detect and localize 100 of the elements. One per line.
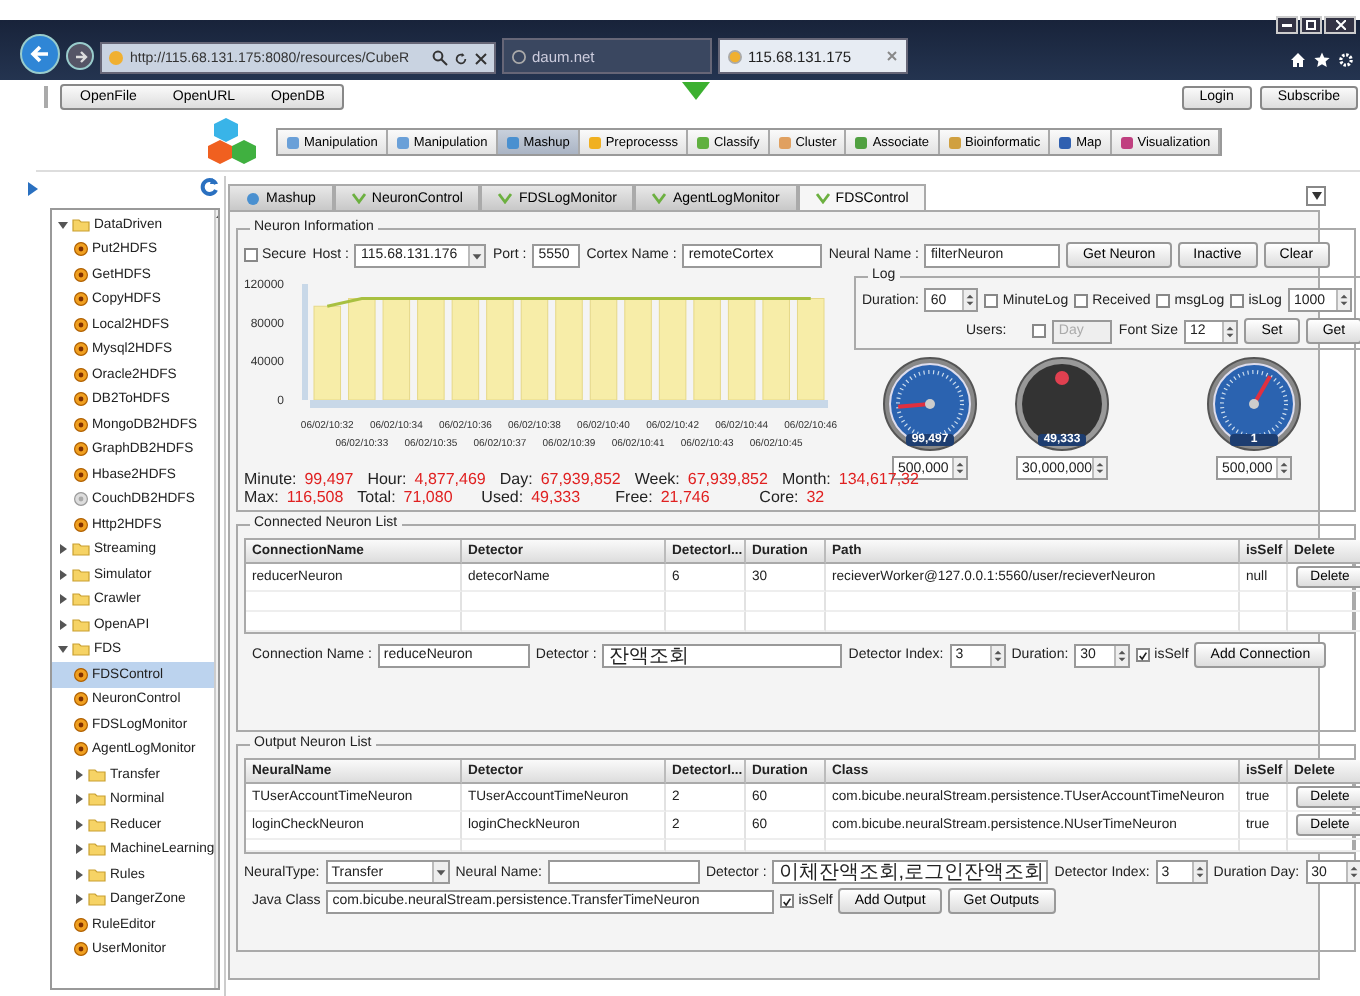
maximize-button[interactable] [1300, 16, 1322, 34]
expand-icon[interactable] [74, 869, 84, 880]
is-self-checkbox[interactable] [1136, 648, 1151, 662]
neural-name-field[interactable] [547, 860, 700, 884]
detector-field[interactable]: 잔액조회 [602, 643, 843, 667]
node-icon [74, 517, 88, 532]
dropdown-button[interactable] [1306, 186, 1326, 206]
caret-icon[interactable] [468, 245, 485, 265]
spinner-arrows-icon[interactable] [1345, 862, 1360, 882]
forward-arrow-icon[interactable] [73, 49, 87, 63]
expand-icon[interactable] [58, 594, 68, 605]
node-icon [74, 717, 88, 732]
spinner-arrows-icon[interactable] [1191, 862, 1206, 882]
mashup-icon [246, 191, 260, 205]
chart-bar [693, 298, 721, 401]
star-icon[interactable] [1314, 52, 1330, 68]
secure-checkbox[interactable] [244, 248, 258, 262]
chart-bar [382, 298, 411, 401]
spinner-arrows-icon[interactable] [952, 458, 966, 478]
reload-icon[interactable] [454, 51, 468, 65]
chart-bar [348, 298, 376, 401]
check-icon [652, 192, 667, 204]
chart-bar [313, 305, 342, 401]
minimize-button[interactable] [1276, 16, 1298, 34]
log-checkbox[interactable] [984, 293, 999, 307]
stat-label: Total: [357, 488, 396, 506]
caret-icon[interactable] [1311, 192, 1321, 200]
spinner-arrows-icon[interactable] [1222, 321, 1236, 341]
spinner-arrows-icon[interactable] [989, 645, 1004, 665]
stat-label: Hour: [367, 470, 407, 488]
module-icon [947, 135, 962, 149]
stat-value: 49,333 [531, 488, 581, 506]
stat-label: Day: [499, 470, 533, 488]
is-self-checkbox[interactable] [780, 894, 795, 908]
log-checkbox[interactable] [1230, 293, 1245, 307]
node-icon [74, 467, 88, 482]
home-icon[interactable] [1290, 52, 1306, 68]
collapse-icon[interactable] [58, 644, 68, 655]
node-icon [74, 917, 88, 932]
forward-button[interactable] [66, 42, 94, 70]
collapse-icon[interactable] [58, 219, 68, 230]
table-cell [666, 592, 746, 612]
node-icon [74, 492, 88, 507]
log-checkbox[interactable] [1074, 293, 1089, 307]
chart-bar [520, 298, 549, 401]
expand-icon[interactable] [74, 769, 84, 780]
maximize-icon[interactable] [1306, 20, 1316, 30]
chart-bar [762, 298, 790, 401]
cube-logo-icon [208, 116, 260, 168]
close-icon[interactable] [474, 51, 488, 65]
folder-icon [72, 217, 90, 232]
settings-icon[interactable] [1338, 52, 1354, 68]
node-icon [74, 292, 88, 307]
spinner-arrows-icon[interactable] [1276, 458, 1290, 478]
expand-icon[interactable] [58, 619, 68, 630]
module-icon [854, 135, 869, 149]
node-icon [74, 342, 88, 357]
expand-icon[interactable] [58, 544, 68, 555]
expand-icon[interactable] [58, 569, 68, 580]
gauge-dial [882, 356, 978, 452]
spinner-arrows-icon[interactable] [962, 290, 977, 310]
refresh-icon[interactable] [200, 176, 220, 198]
stat-label: Week: [634, 470, 680, 488]
node-icon [74, 267, 88, 282]
check-icon [351, 192, 366, 204]
table-cell [746, 592, 826, 612]
node-icon [74, 692, 88, 707]
module-icon [695, 135, 710, 149]
check-icon [815, 192, 830, 204]
spinner-arrows-icon[interactable] [1335, 290, 1350, 310]
stat-label: Used: [481, 488, 524, 506]
expand-icon[interactable] [74, 844, 84, 855]
caret-icon[interactable] [431, 862, 448, 882]
close-button[interactable] [1324, 16, 1356, 34]
log-checkbox[interactable] [1156, 293, 1171, 307]
gauge-dial [1206, 356, 1302, 452]
expand-icon[interactable] [74, 894, 84, 905]
users-checkbox[interactable] [1032, 324, 1047, 338]
chart-bar [796, 298, 825, 401]
module-icon [505, 135, 520, 149]
check-icon [498, 192, 513, 204]
stat-value: 32 [806, 488, 825, 506]
minimize-icon[interactable] [1282, 22, 1292, 28]
module-icon [1058, 135, 1073, 149]
detector-field[interactable]: 이체잔액조회,로그인잔액조회 [772, 860, 1049, 884]
node-icon [74, 442, 88, 457]
back-button[interactable] [20, 34, 60, 74]
table-cell [1240, 612, 1288, 632]
chart-bar [417, 298, 445, 401]
spinner-arrows-icon[interactable] [1114, 645, 1129, 665]
spinner-arrows-icon[interactable] [1092, 458, 1106, 478]
module-icon [286, 135, 300, 149]
expand-icon[interactable] [74, 819, 84, 830]
table-cell [746, 612, 826, 632]
page-icon [108, 50, 124, 66]
chart-bar [451, 298, 480, 401]
expand-icon[interactable] [74, 794, 84, 805]
expand-panel-icon[interactable] [28, 182, 38, 196]
node-icon [74, 367, 88, 382]
back-arrow-icon[interactable] [30, 44, 50, 64]
